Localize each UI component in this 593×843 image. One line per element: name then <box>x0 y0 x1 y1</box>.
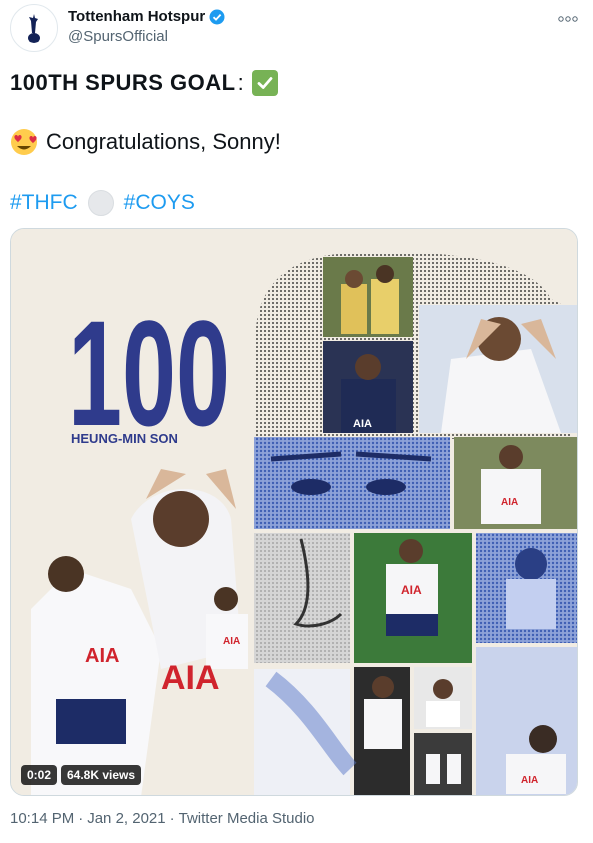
congrats-text: Congratulations, Sonny! <box>46 129 281 154</box>
heart-eyes-face-icon <box>11 129 37 155</box>
tweet-footer: 10:14 PM · Jan 2, 2021 · Twitter Media S… <box>10 810 315 827</box>
graphic-player-name: HEUNG-MIN SON <box>71 431 178 446</box>
jersey-sponsor-text-2: AIA <box>501 497 518 508</box>
author-display-name[interactable]: Tottenham Hotspur <box>68 8 225 25</box>
more-options-icon[interactable] <box>557 10 579 28</box>
tweet-source[interactable]: Twitter Media Studio <box>179 810 315 827</box>
video-views-badge: 64.8K views <box>61 765 142 785</box>
tweet-line-goal: 100TH SPURS GOAL : <box>10 70 278 96</box>
goal-colon: : <box>237 70 244 95</box>
verified-icon <box>209 9 225 24</box>
jersey-sponsor-text-4: AIA <box>521 775 538 786</box>
avatar[interactable] <box>10 4 58 52</box>
display-name-text[interactable]: Tottenham Hotspur <box>68 8 205 25</box>
jersey-sponsor-text-6: AIA <box>161 659 220 697</box>
jersey-sponsor-text-5: AIA <box>85 645 119 667</box>
spurs-ball-icon <box>87 190 114 216</box>
hashtag-coys[interactable]: #COYS <box>124 191 195 215</box>
white-check-mark-icon <box>251 70 278 96</box>
tweet-date[interactable]: Jan 2, 2021 <box>87 810 165 827</box>
jersey-sponsor-text-7: AIA <box>223 636 240 647</box>
hashtag-thfc[interactable]: #THFC <box>10 191 78 215</box>
goal-graphic: 100 HEUNG-MIN SON AIA AIA AIA AIA AIA AI… <box>11 229 577 795</box>
video-media[interactable]: 100 HEUNG-MIN SON AIA AIA AIA AIA AIA AI… <box>10 228 578 796</box>
tweet-hashtags: #THFC #COYS <box>10 190 195 216</box>
footer-separator-1: · <box>78 810 84 827</box>
spurs-cockerel-icon <box>28 14 40 43</box>
jersey-sponsor-text-1: AIA <box>353 418 372 430</box>
goal-text: 100TH SPURS GOAL <box>10 70 236 95</box>
video-elapsed-badge: 0:02 <box>21 765 58 785</box>
jersey-sponsor-text-3: AIA <box>401 583 422 597</box>
author-handle[interactable]: @SpursOfficial <box>68 28 225 45</box>
footer-separator-2: · <box>169 810 175 827</box>
tweet-time[interactable]: 10:14 PM <box>10 810 74 827</box>
tweet-header: Tottenham Hotspur @SpursOfficial <box>10 4 583 56</box>
tweet-line-congrats: Congratulations, Sonny! <box>10 128 281 156</box>
author-names: Tottenham Hotspur @SpursOfficial <box>68 8 225 45</box>
